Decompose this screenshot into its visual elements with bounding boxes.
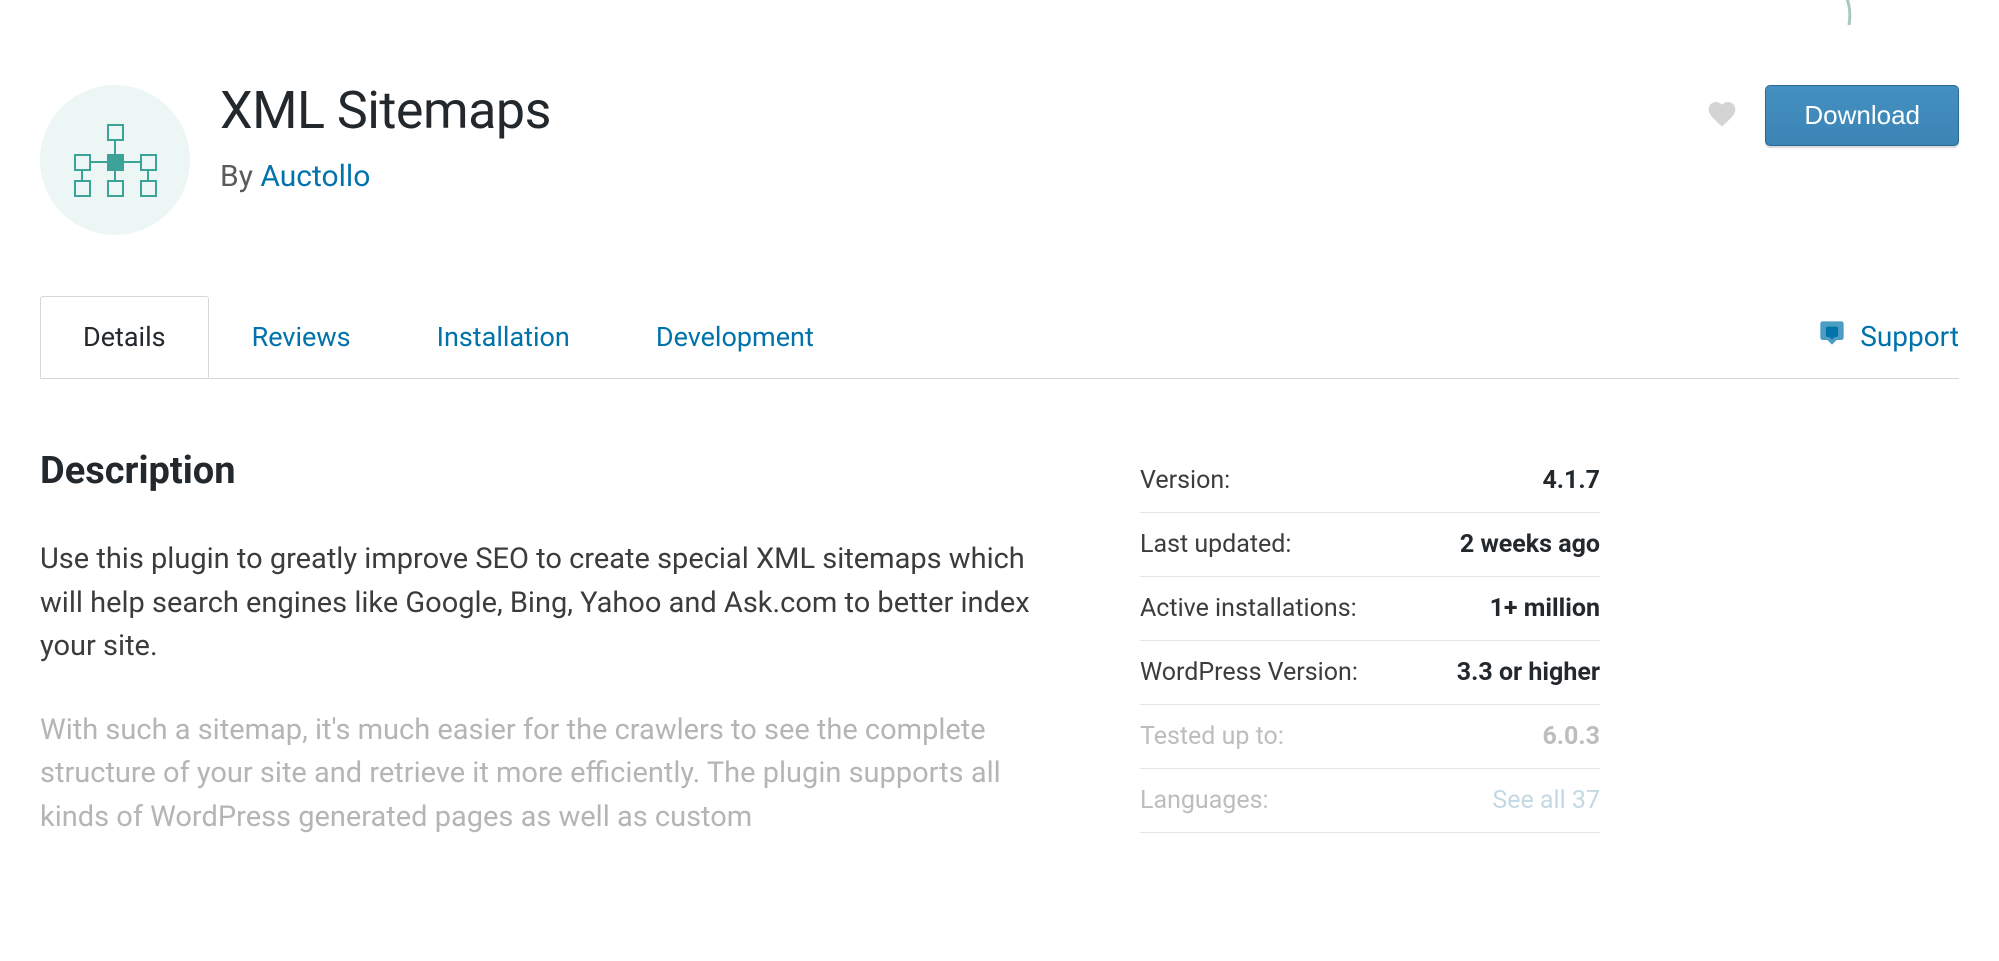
meta-last-updated-value: 2 weeks ago (1460, 530, 1600, 559)
meta-wp-version-value: 3.3 or higher (1457, 658, 1600, 687)
meta-wp-version: WordPress Version: 3.3 or higher (1140, 641, 1600, 705)
plugin-header: XML Sitemaps By Auctollo Download (40, 0, 1959, 295)
download-button[interactable]: Download (1765, 85, 1959, 146)
plugin-title: XML Sitemaps (220, 80, 1704, 141)
meta-version: Version: 4.1.7 (1140, 449, 1600, 513)
meta-languages-label: Languages: (1140, 786, 1269, 815)
main-content: Description Use this plugin to greatly i… (40, 449, 1040, 879)
tabs-navigation: Details Reviews Installation Development… (40, 295, 1959, 379)
meta-tested-label: Tested up to: (1140, 722, 1284, 751)
tab-installation[interactable]: Installation (394, 296, 613, 378)
description-paragraph-2: With such a sitemap, it's much easier fo… (40, 709, 1040, 840)
meta-last-updated: Last updated: 2 weeks ago (1140, 513, 1600, 577)
meta-version-label: Version: (1140, 466, 1230, 495)
support-label: Support (1860, 320, 1959, 353)
meta-tested-up-to: Tested up to: 6.0.3 (1140, 705, 1600, 769)
meta-wp-version-label: WordPress Version: (1140, 658, 1358, 687)
meta-version-value: 4.1.7 (1542, 466, 1600, 495)
tab-reviews[interactable]: Reviews (209, 296, 394, 378)
meta-tested-value: 6.0.3 (1542, 722, 1600, 751)
support-icon (1816, 319, 1848, 354)
meta-languages-value[interactable]: See all 37 (1492, 786, 1600, 815)
author-link[interactable]: Auctollo (260, 159, 370, 194)
support-link[interactable]: Support (1816, 295, 1959, 378)
meta-languages: Languages: See all 37 (1140, 769, 1600, 833)
description-paragraph-1: Use this plugin to greatly improve SEO t… (40, 538, 1040, 669)
plugin-meta-sidebar: Version: 4.1.7 Last updated: 2 weeks ago… (1140, 449, 1600, 879)
plugin-icon (40, 85, 190, 235)
tab-development[interactable]: Development (613, 296, 857, 378)
meta-active-installs: Active installations: 1+ million (1140, 577, 1600, 641)
meta-last-updated-label: Last updated: (1140, 530, 1291, 559)
plugin-author: By Auctollo (220, 159, 1704, 194)
description-heading: Description (40, 449, 1040, 493)
favorite-icon[interactable] (1704, 98, 1740, 134)
tab-details[interactable]: Details (40, 296, 209, 378)
meta-active-installs-value: 1+ million (1490, 594, 1600, 623)
author-prefix: By (220, 159, 260, 194)
meta-active-installs-label: Active installations: (1140, 594, 1357, 623)
